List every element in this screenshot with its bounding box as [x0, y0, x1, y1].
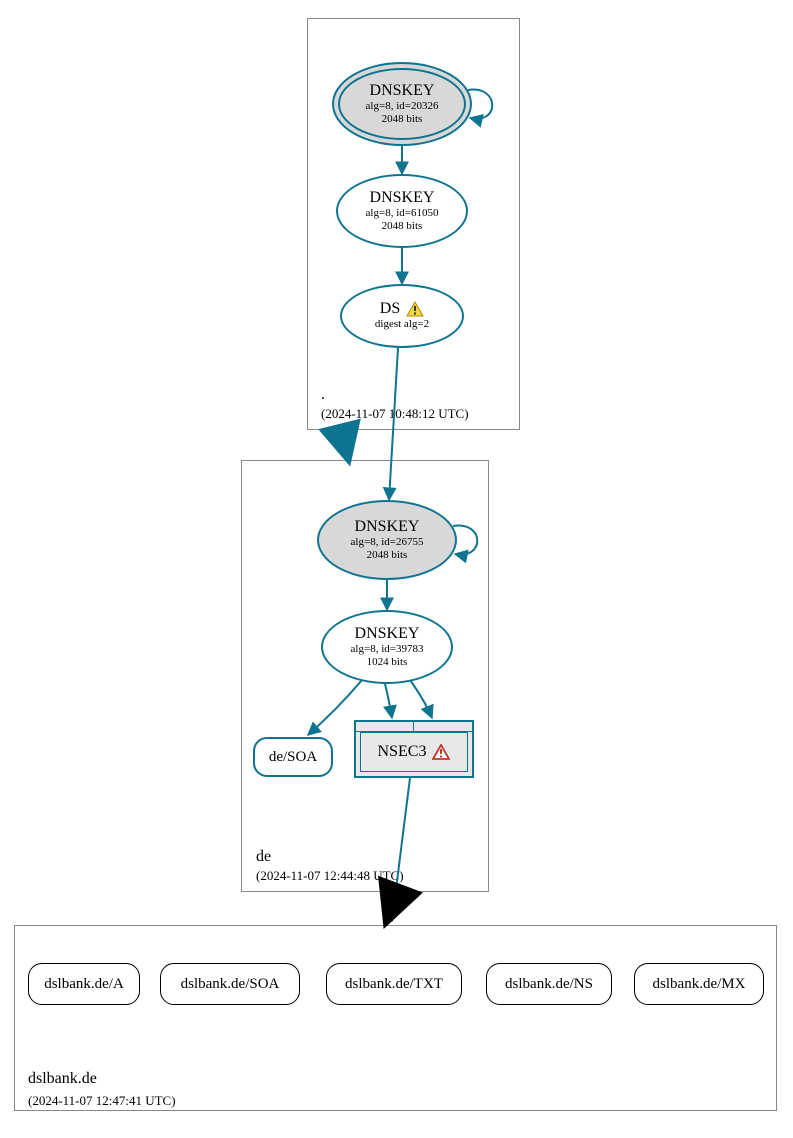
node-alg: alg=8, id=39783 — [351, 643, 424, 656]
node-title: DNSKEY — [355, 625, 420, 643]
record-mx[interactable]: dslbank.de/MX — [634, 963, 764, 1005]
dnskey-de-zsk[interactable]: DNSKEY alg=8, id=39783 1024 bits — [321, 610, 453, 684]
record-a[interactable]: dslbank.de/A — [28, 963, 140, 1005]
dnskey-root-ksk[interactable]: DNSKEY alg=8, id=20326 2048 bits — [332, 62, 472, 146]
edge-root-to-de — [340, 430, 348, 458]
soa-de[interactable]: de/SOA — [253, 737, 333, 777]
nsec3-de[interactable]: NSEC3 — [354, 720, 474, 778]
node-bits: 2048 bits — [382, 220, 423, 233]
record-soa[interactable]: dslbank.de/SOA — [160, 963, 300, 1005]
ds-root[interactable]: DS digest alg=2 — [340, 284, 464, 348]
warning-icon — [406, 301, 424, 317]
zone-label-de: de — [256, 848, 271, 866]
node-bits: 1024 bits — [367, 656, 408, 669]
node-alg: alg=8, id=26755 — [351, 536, 424, 549]
error-icon — [432, 744, 450, 760]
zone-label-dslbank: dslbank.de — [28, 1070, 97, 1088]
dnskey-root-zsk[interactable]: DNSKEY alg=8, id=61050 2048 bits — [336, 174, 468, 248]
dnskey-de-ksk[interactable]: DNSKEY alg=8, id=26755 2048 bits — [317, 500, 457, 580]
node-label: de/SOA — [269, 749, 317, 766]
node-label: dslbank.de/MX — [653, 976, 746, 993]
zone-label-root: . — [321, 386, 325, 404]
edge-de-to-dslbank — [387, 892, 398, 920]
node-bits: 2048 bits — [367, 549, 408, 562]
zone-timestamp-de: (2024-11-07 12:44:48 UTC) — [256, 868, 404, 884]
node-title: DS — [380, 300, 400, 318]
node-label: dslbank.de/A — [44, 976, 124, 993]
node-label: dslbank.de/SOA — [181, 976, 280, 993]
zone-timestamp-dslbank: (2024-11-07 12:47:41 UTC) — [28, 1093, 176, 1109]
node-title: DNSKEY — [370, 189, 435, 207]
node-alg: alg=8, id=61050 — [366, 207, 439, 220]
zone-box-dslbank — [14, 925, 777, 1111]
record-txt[interactable]: dslbank.de/TXT — [326, 963, 462, 1005]
node-label: NSEC3 — [378, 743, 427, 761]
node-title: DNSKEY — [355, 518, 420, 536]
zone-timestamp-root: (2024-11-07 10:48:12 UTC) — [321, 406, 469, 422]
node-label: dslbank.de/NS — [505, 976, 593, 993]
node-alg: digest alg=2 — [375, 318, 429, 331]
node-label: dslbank.de/TXT — [345, 976, 443, 993]
record-ns[interactable]: dslbank.de/NS — [486, 963, 612, 1005]
